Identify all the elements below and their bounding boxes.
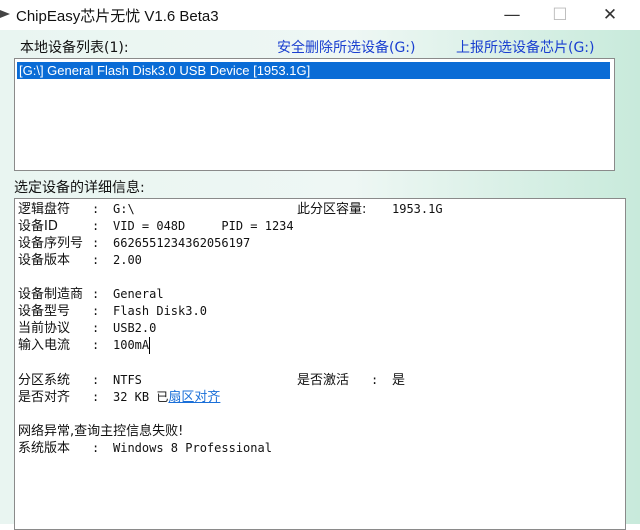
- sep: :: [92, 219, 100, 233]
- sep: :: [92, 287, 100, 301]
- network-error: 网络异常,查询主控信息失败!: [18, 424, 184, 439]
- value-vendor: General: [113, 287, 164, 301]
- safe-remove-link[interactable]: 安全删除所选设备(G:): [277, 37, 416, 57]
- value-version: 2.00: [113, 253, 142, 267]
- app-icon: [0, 10, 10, 18]
- sector-align-link[interactable]: 扇区对齐: [168, 390, 220, 405]
- key-version: 设备版本: [18, 253, 71, 268]
- key-protocol: 当前协议: [18, 321, 71, 336]
- minimize-button[interactable]: —: [492, 2, 532, 28]
- window-title: ChipEasy芯片无忧 V1.6 Beta3: [16, 8, 219, 25]
- maximize-button[interactable]: ☐: [540, 2, 580, 28]
- key-drive: 逻辑盘符: [18, 202, 71, 217]
- value-protocol: USB2.0: [113, 321, 157, 335]
- value-device-id: VID = 048D PID = 1234: [113, 219, 294, 233]
- aligned-text: 32 KB 已: [113, 390, 169, 404]
- sep: :: [92, 390, 100, 404]
- key-aligned: 是否对齐: [18, 390, 71, 405]
- device-list-label: 本地设备列表(1):: [20, 40, 129, 56]
- sep: :: [92, 441, 100, 455]
- key-model: 设备型号: [18, 304, 71, 319]
- sep: :: [92, 236, 100, 250]
- value-drive: G:\: [113, 202, 135, 216]
- details-textarea[interactable]: 逻辑盘符 : G:\ 此分区容量: 1953.1G 设备ID : VID = 0…: [14, 198, 626, 530]
- key-device-id: 设备ID: [18, 219, 58, 234]
- sep: :: [92, 373, 100, 387]
- device-list-item[interactable]: [G:\] General Flash Disk3.0 USB Device […: [17, 62, 610, 79]
- value-current: 100mA: [113, 337, 151, 354]
- key-filesystem: 分区系统: [18, 373, 71, 388]
- sep: :: [92, 338, 100, 352]
- report-chip-link[interactable]: 上报所选设备芯片(G:): [456, 37, 595, 57]
- key-active: 是否激活: [297, 373, 350, 388]
- sep: :: [92, 202, 100, 216]
- key-current: 输入电流: [18, 338, 71, 353]
- value-model: Flash Disk3.0: [113, 304, 207, 318]
- value-os: Windows 8 Professional: [113, 441, 272, 455]
- value-active: 是: [392, 373, 406, 388]
- sep: :: [92, 304, 100, 318]
- value-filesystem: NTFS: [113, 373, 142, 387]
- close-button[interactable]: ✕: [590, 2, 630, 28]
- key-capacity: 此分区容量:: [297, 202, 367, 217]
- key-vendor: 设备制造商: [18, 287, 84, 302]
- title-bar: ChipEasy芯片无忧 V1.6 Beta3 — ☐ ✕: [0, 0, 640, 30]
- sep: :: [371, 373, 379, 387]
- device-list[interactable]: [G:\] General Flash Disk3.0 USB Device […: [14, 58, 615, 171]
- sep: :: [92, 321, 100, 335]
- key-serial: 设备序列号: [18, 236, 84, 251]
- key-os: 系统版本: [18, 441, 71, 456]
- value-aligned: 32 KB 已扇区对齐: [113, 389, 220, 406]
- details-label: 选定设备的详细信息:: [14, 180, 145, 196]
- sep: :: [92, 253, 100, 267]
- value-capacity: 1953.1G: [392, 202, 443, 216]
- value-serial: 6626551234362056197: [113, 236, 251, 250]
